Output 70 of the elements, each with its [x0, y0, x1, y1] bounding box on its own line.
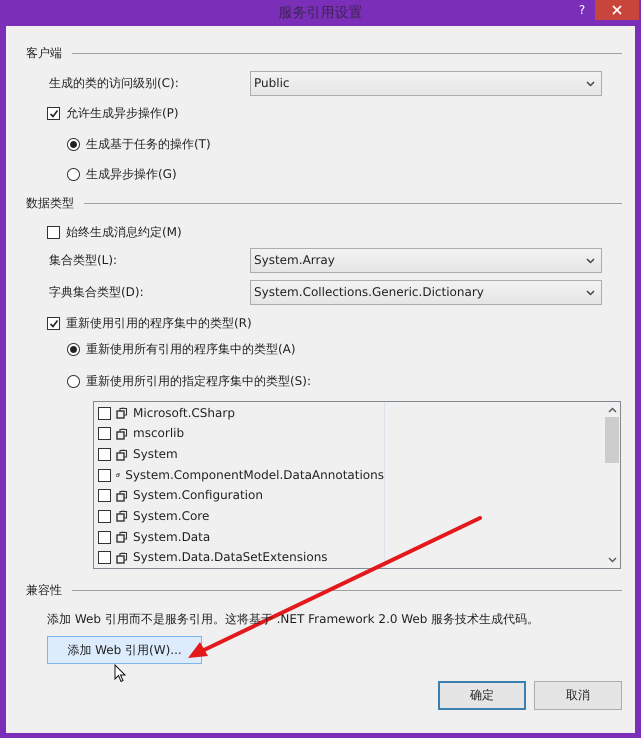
field-label: 生成的类的访问级别(C):: [48, 76, 180, 91]
assembly-item[interactable]: System: [98, 444, 384, 465]
radio-button[interactable]: [67, 375, 80, 388]
assembly-name: System.Core: [133, 508, 210, 524]
checkbox[interactable]: [47, 107, 60, 120]
help-button[interactable]: ?: [569, 0, 595, 20]
radio-button[interactable]: [67, 138, 80, 151]
dropdown[interactable]: Public: [250, 71, 602, 96]
assembly-name: System.Data: [133, 530, 210, 545]
checkbox[interactable]: [98, 551, 111, 564]
chevron-down-icon: [586, 80, 595, 86]
mouse-pointer-icon: [114, 664, 126, 683]
chevron-down-icon: [586, 258, 595, 264]
checkbox[interactable]: [98, 427, 111, 440]
checkbox-label: 重新使用引用的程序集中的类型(R): [66, 316, 252, 331]
dropdown[interactable]: System.Collections.Generic.Dictionary: [250, 280, 602, 305]
assembly-icon: [116, 428, 128, 440]
assembly-icon: [116, 448, 128, 461]
radio-label: 生成基于任务的操作(T): [86, 137, 211, 152]
assembly-icon: [116, 407, 128, 420]
assembly-icon: [116, 531, 128, 544]
add-web-reference-button[interactable]: 添加 Web 引用(W)...: [47, 636, 202, 664]
checkbox[interactable]: [98, 489, 111, 502]
radio-label: 生成异步操作(G): [86, 167, 177, 182]
scroll-down-icon: [608, 557, 616, 563]
field-label: 字典集合类型(D):: [48, 285, 145, 300]
section-heading: 兼容性: [26, 583, 62, 598]
assembly-item[interactable]: System.Core: [98, 506, 384, 527]
checkbox[interactable]: [98, 406, 111, 420]
assembly-icon: [116, 510, 128, 522]
assembly-name: System.Configuration: [133, 488, 263, 504]
radio-button[interactable]: [67, 343, 80, 356]
checkbox[interactable]: [47, 226, 60, 239]
radio-label: 重新使用所有引用的程序集中的类型(A): [86, 342, 296, 357]
checkbox[interactable]: [98, 448, 111, 462]
checkbox-label: 始终生成消息约定(M): [66, 225, 182, 240]
field-label: 集合类型(L):: [48, 253, 118, 268]
window-title: 服务引用设置: [278, 6, 364, 20]
close-icon: [612, 5, 622, 15]
assembly-item[interactable]: System.Data.DataSetExtensions: [98, 547, 384, 568]
checkbox-label: 允许生成异步操作(P): [66, 106, 179, 121]
assembly-name: mscorlib: [133, 426, 184, 442]
dialog-button[interactable]: 取消: [534, 681, 622, 710]
radio-button[interactable]: [67, 168, 80, 181]
scroll-thumb[interactable]: [605, 417, 619, 463]
assembly-item[interactable]: System.Configuration: [98, 486, 384, 506]
section-heading: 客户端: [26, 46, 62, 61]
checkmark-icon: [48, 108, 58, 118]
checkmark-icon: [48, 318, 58, 328]
chevron-down-icon: [586, 290, 595, 296]
assembly-icon: [116, 490, 128, 502]
assembly-item[interactable]: System.ComponentModel.DataAnnotations: [98, 464, 384, 486]
assembly-item[interactable]: System.Data: [98, 526, 384, 548]
dialog-button[interactable]: 确定: [438, 681, 526, 710]
assembly-name: System: [133, 447, 178, 462]
assembly-item[interactable]: mscorlib: [98, 424, 384, 444]
checkbox[interactable]: [47, 317, 60, 330]
assembly-item[interactable]: Microsoft.CSharp: [98, 403, 384, 424]
checkbox[interactable]: [98, 530, 111, 544]
close-button[interactable]: [595, 0, 639, 20]
radio-label: 重新使用所引用的指定程序集中的类型(S):: [86, 374, 312, 389]
scroll-up-icon: [608, 407, 616, 413]
checkbox[interactable]: [98, 510, 111, 523]
checkbox[interactable]: [98, 468, 111, 482]
assembly-icon: [116, 552, 128, 564]
assembly-name: Microsoft.CSharp: [133, 406, 235, 421]
assembly-name: System.ComponentModel.DataAnnotations: [125, 468, 384, 483]
section-heading: 数据类型: [26, 196, 74, 211]
assembly-name: System.Data.DataSetExtensions: [133, 550, 328, 566]
dropdown[interactable]: System.Array: [250, 248, 602, 273]
